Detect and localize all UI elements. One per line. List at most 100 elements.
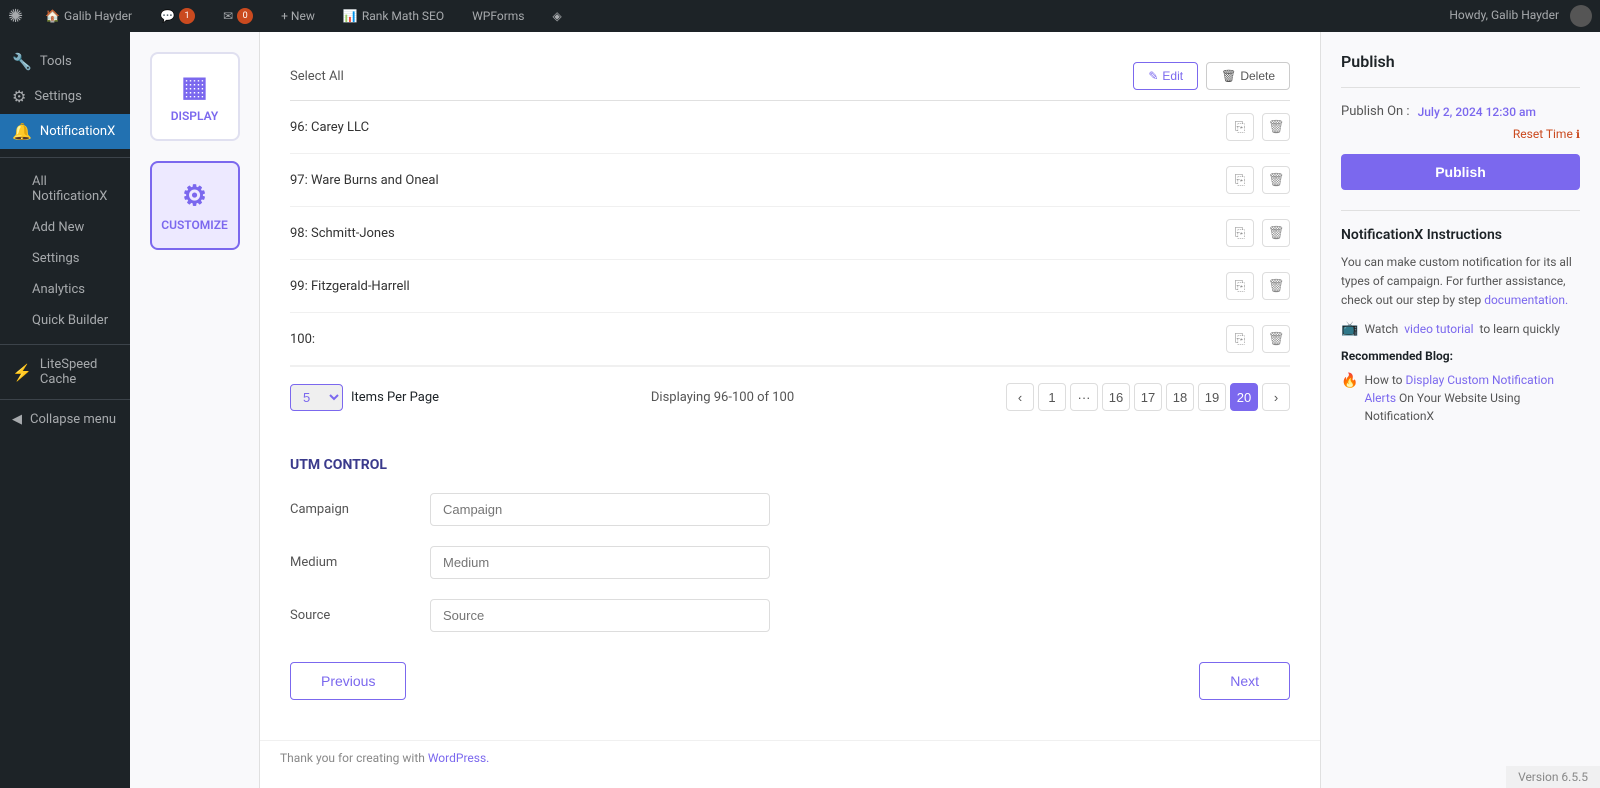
next-page-button[interactable]: › xyxy=(1262,383,1290,411)
comment-icon: 💬 xyxy=(160,9,175,23)
analytics-label: Analytics xyxy=(32,282,85,297)
campaign-row: Campaign xyxy=(290,493,1290,526)
publish-title: Publish xyxy=(1341,52,1580,71)
row-96-copy-button[interactable]: ⎘ xyxy=(1226,113,1254,141)
edit-button[interactable]: ✎ Edit xyxy=(1133,62,1198,90)
sidebar-item-tools[interactable]: 🔧 Tools xyxy=(0,44,130,79)
row-97-actions: ⎘ 🗑 xyxy=(1226,166,1290,194)
row-96-actions: ⎘ 🗑 xyxy=(1226,113,1290,141)
page-ellipsis-button[interactable]: ··· xyxy=(1070,383,1098,411)
instructions-text: You can make custom notification for its… xyxy=(1341,253,1580,311)
adminbar-messages[interactable]: ✉ 0 xyxy=(217,0,259,32)
row-96-label: 96: Carey LLC xyxy=(290,120,369,135)
row-98-delete-button[interactable]: 🗑 xyxy=(1262,219,1290,247)
publish-on-row: Publish On : July 2, 2024 12:30 am xyxy=(1341,104,1580,119)
sidebar-item-analytics[interactable]: Analytics xyxy=(20,274,130,305)
display-icon: ▦ xyxy=(160,70,230,103)
sidebar-item-settings-sub[interactable]: Settings xyxy=(20,243,130,274)
fire-icon: 🔥 xyxy=(1341,371,1358,392)
video-tutorial-link[interactable]: video tutorial xyxy=(1404,322,1473,336)
sidebar-item-add-new[interactable]: Add New xyxy=(20,212,130,243)
prev-page-button[interactable]: ‹ xyxy=(1006,383,1034,411)
items-per-page-label: Items Per Page xyxy=(351,390,439,405)
adminbar-comments[interactable]: 💬 1 xyxy=(154,0,201,32)
select-all-label[interactable]: Select All xyxy=(290,69,344,84)
delete-icon: 🗑 xyxy=(1221,69,1236,83)
sidebar-item-quick-builder[interactable]: Quick Builder xyxy=(20,305,130,336)
version-text: Version 6.5.5 xyxy=(1506,766,1600,788)
avatar xyxy=(1570,5,1592,27)
page-16-button[interactable]: 16 xyxy=(1102,383,1130,411)
edit-icon: ✎ xyxy=(1148,69,1158,83)
publish-section: Publish Publish On : July 2, 2024 12:30 … xyxy=(1341,52,1580,190)
sidebar-item-settings[interactable]: ⚙ Settings xyxy=(0,79,130,114)
sidebar-item-litespeed[interactable]: ⚡ LiteSpeed Cache xyxy=(0,349,130,395)
per-page-selector: 5 10 25 50 Items Per Page xyxy=(290,384,439,411)
messages-badge: 0 xyxy=(237,8,253,24)
previous-button[interactable]: Previous xyxy=(290,662,406,700)
reset-time-link[interactable]: Reset Time ℹ xyxy=(1513,127,1580,141)
page-17-button[interactable]: 17 xyxy=(1134,383,1162,411)
utm-control-section: UTM CONTROL Campaign Medium Source xyxy=(290,457,1290,632)
wordpress-link[interactable]: WordPress. xyxy=(428,751,489,765)
table-row: 96: Carey LLC ⎘ 🗑 xyxy=(290,101,1290,154)
adminbar-site[interactable]: 🏠 Galib Hayder xyxy=(39,0,138,32)
next-button[interactable]: Next xyxy=(1199,662,1290,700)
adminbar-wpforms[interactable]: WPForms xyxy=(466,0,530,32)
page-1-button[interactable]: 1 xyxy=(1038,383,1066,411)
notificationx-label: NotificationX xyxy=(40,124,115,139)
adminbar-rankmath[interactable]: 📊 Rank Math SEO xyxy=(337,0,450,32)
customize-icon: ⚙ xyxy=(160,179,230,212)
row-97-delete-button[interactable]: 🗑 xyxy=(1262,166,1290,194)
delete-button[interactable]: 🗑 Delete xyxy=(1206,62,1290,90)
row-100-actions: ⎘ 🗑 xyxy=(1226,325,1290,353)
collapse-label: Collapse menu xyxy=(30,412,116,427)
sidebar-item-collapse[interactable]: ◀ Collapse menu xyxy=(0,404,130,435)
adminbar-new[interactable]: + New xyxy=(275,0,321,32)
documentation-link[interactable]: documentation. xyxy=(1484,293,1568,307)
admin-bar: ✺ 🏠 Galib Hayder 💬 1 ✉ 0 + New 📊 Rank Ma… xyxy=(0,0,1600,32)
table-row: 100: ⎘ 🗑 xyxy=(290,313,1290,366)
all-notifications-label: All NotificationX xyxy=(32,174,118,204)
medium-input[interactable] xyxy=(430,546,770,579)
campaign-label: Campaign xyxy=(290,502,410,517)
watch-label: Watch xyxy=(1364,322,1398,336)
adminbar-diamond[interactable]: ◈ xyxy=(547,0,568,32)
adminbar-howdy[interactable]: Howdy, Galib Hayder xyxy=(1449,5,1592,27)
row-99-copy-button[interactable]: ⎘ xyxy=(1226,272,1254,300)
wp-logo-icon[interactable]: ✺ xyxy=(8,6,23,27)
table-header-row: Select All ✎ Edit 🗑 Delete xyxy=(290,52,1290,101)
left-panel: ▦ DISPLAY ⚙ CUSTOMIZE xyxy=(130,32,260,788)
sidebar-item-notificationx[interactable]: 🔔 NotificationX xyxy=(0,114,130,149)
row-97-copy-button[interactable]: ⎘ xyxy=(1226,166,1254,194)
add-new-label: Add New xyxy=(32,220,84,235)
campaign-input[interactable] xyxy=(430,493,770,526)
reset-time-icon: ℹ xyxy=(1576,128,1580,141)
publish-button[interactable]: Publish xyxy=(1341,154,1580,190)
row-98-copy-button[interactable]: ⎘ xyxy=(1226,219,1254,247)
customize-tab[interactable]: ⚙ CUSTOMIZE xyxy=(150,161,240,250)
display-tab[interactable]: ▦ DISPLAY xyxy=(150,52,240,141)
video-link-row: 📺 Watch video tutorial to learn quickly xyxy=(1341,321,1580,337)
source-input[interactable] xyxy=(430,599,770,632)
blog-link-row: 🔥 How to Display Custom Notification Ale… xyxy=(1341,371,1580,425)
page-20-button[interactable]: 20 xyxy=(1230,383,1258,411)
row-100-copy-button[interactable]: ⎘ xyxy=(1226,325,1254,353)
video-icon: 📺 xyxy=(1341,321,1358,337)
utm-form: Campaign Medium Source xyxy=(290,493,1290,632)
settings-label: Settings xyxy=(34,89,81,104)
footer-thank-you: Thank you for creating with xyxy=(280,751,425,765)
row-100-delete-button[interactable]: 🗑 xyxy=(1262,325,1290,353)
pagination-info: Displaying 96-100 of 100 xyxy=(651,390,794,405)
blog-text: How to Display Custom Notification Alert… xyxy=(1364,371,1580,425)
pagination-bar: 5 10 25 50 Items Per Page Displaying 96-… xyxy=(290,366,1290,427)
row-96-delete-button[interactable]: 🗑 xyxy=(1262,113,1290,141)
wpforms-label: WPForms xyxy=(472,9,524,23)
page-19-button[interactable]: 19 xyxy=(1198,383,1226,411)
tools-icon: 🔧 xyxy=(12,52,32,71)
page-18-button[interactable]: 18 xyxy=(1166,383,1194,411)
quick-builder-label: Quick Builder xyxy=(32,313,108,328)
per-page-dropdown[interactable]: 5 10 25 50 xyxy=(290,384,343,411)
sidebar-item-all-notifications[interactable]: All NotificationX xyxy=(20,166,130,212)
row-99-delete-button[interactable]: 🗑 xyxy=(1262,272,1290,300)
